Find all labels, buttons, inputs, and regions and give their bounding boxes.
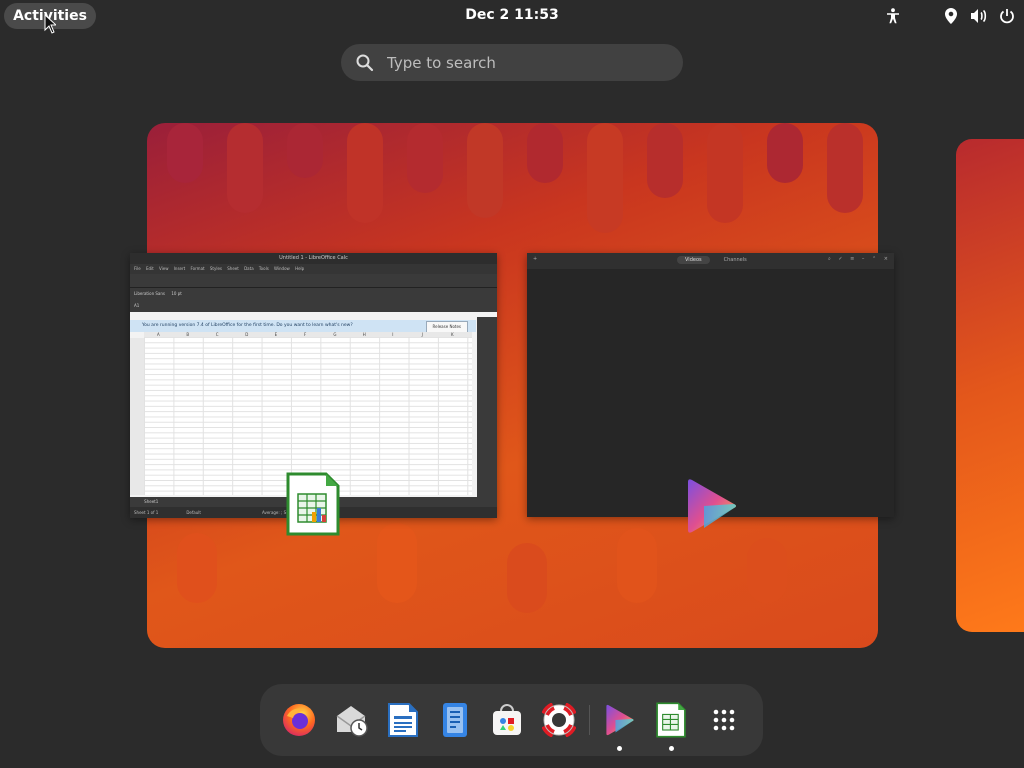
show-apps-button[interactable] [704, 700, 744, 740]
dock-video[interactable] [600, 700, 640, 740]
text-editor-icon [443, 703, 467, 737]
calc-menubar: File Edit View Insert Format Styles Shee… [130, 264, 497, 274]
calc-sidebar [477, 317, 497, 497]
accessibility-icon[interactable] [884, 7, 902, 25]
video-player-icon [688, 479, 736, 533]
calc-titlebar: Untitled 1 - LibreOffice Calc [130, 253, 497, 264]
system-tray[interactable] [884, 5, 1016, 27]
power-icon[interactable] [998, 7, 1016, 25]
calc-status-mid: Default [186, 510, 201, 515]
writer-icon [388, 703, 418, 737]
calc-status-left: Sheet 1 of 1 [134, 510, 159, 515]
firefox-icon [283, 704, 315, 736]
video-player-icon [606, 704, 634, 736]
calc-infobar: You are running version 7.4 of LibreOffi… [130, 320, 476, 333]
app-grid-icon [713, 709, 735, 731]
calc-cell-ref: A1 [134, 303, 140, 308]
mouse-pointer-icon [44, 14, 56, 34]
dock-separator [589, 705, 590, 735]
tab-channels: Channels [723, 257, 747, 263]
calc-formatting-bar: Liberation Sans 10 pt [130, 288, 497, 300]
running-indicator [617, 746, 622, 751]
calc-formula-bar: A1 [130, 300, 497, 312]
dock-software[interactable] [487, 700, 527, 740]
dock-text-editor[interactable] [435, 700, 475, 740]
dock-firefox[interactable] [279, 700, 319, 740]
dock-calc[interactable] [651, 700, 691, 740]
help-lifebuoy-icon [542, 703, 576, 737]
search-bar[interactable] [341, 44, 683, 81]
software-store-icon [493, 704, 521, 735]
tab-videos: Videos [677, 256, 710, 264]
video-headerbar: + Videos Channels ⌕ ✓ ≡ – ⌃ × [527, 253, 894, 269]
next-workspace-thumbnail[interactable] [956, 139, 1024, 632]
calc-font-size: 10 pt [171, 291, 182, 296]
location-icon[interactable] [942, 7, 960, 25]
calc-font-name: Liberation Sans [134, 291, 165, 296]
dock-writer[interactable] [383, 700, 423, 740]
window-controls: ⌕ ✓ ≡ – ⌃ × [827, 256, 888, 262]
clock-area: Dec 2 11:53 [0, 7, 1024, 23]
dock-help[interactable] [539, 700, 579, 740]
libreoffice-calc-icon [656, 702, 686, 738]
mail-clock-icon [336, 706, 368, 737]
calc-sheet-tab: Sheet1 [144, 499, 159, 504]
volume-icon[interactable] [970, 7, 988, 25]
dock-evolution[interactable] [331, 700, 371, 740]
calc-row-headers [130, 338, 144, 495]
libreoffice-calc-icon [286, 472, 340, 536]
search-input[interactable] [385, 52, 659, 73]
running-indicator [669, 746, 674, 751]
search-icon [356, 54, 374, 71]
dash-dock [260, 684, 763, 756]
calc-toolbar [130, 274, 497, 288]
clock[interactable]: Dec 2 11:53 [465, 7, 558, 23]
calc-infobar-text: You are running version 7.4 of LibreOffi… [142, 323, 353, 328]
add-icon: + [533, 256, 538, 262]
top-bar: Activities Dec 2 11:53 [0, 0, 1024, 32]
